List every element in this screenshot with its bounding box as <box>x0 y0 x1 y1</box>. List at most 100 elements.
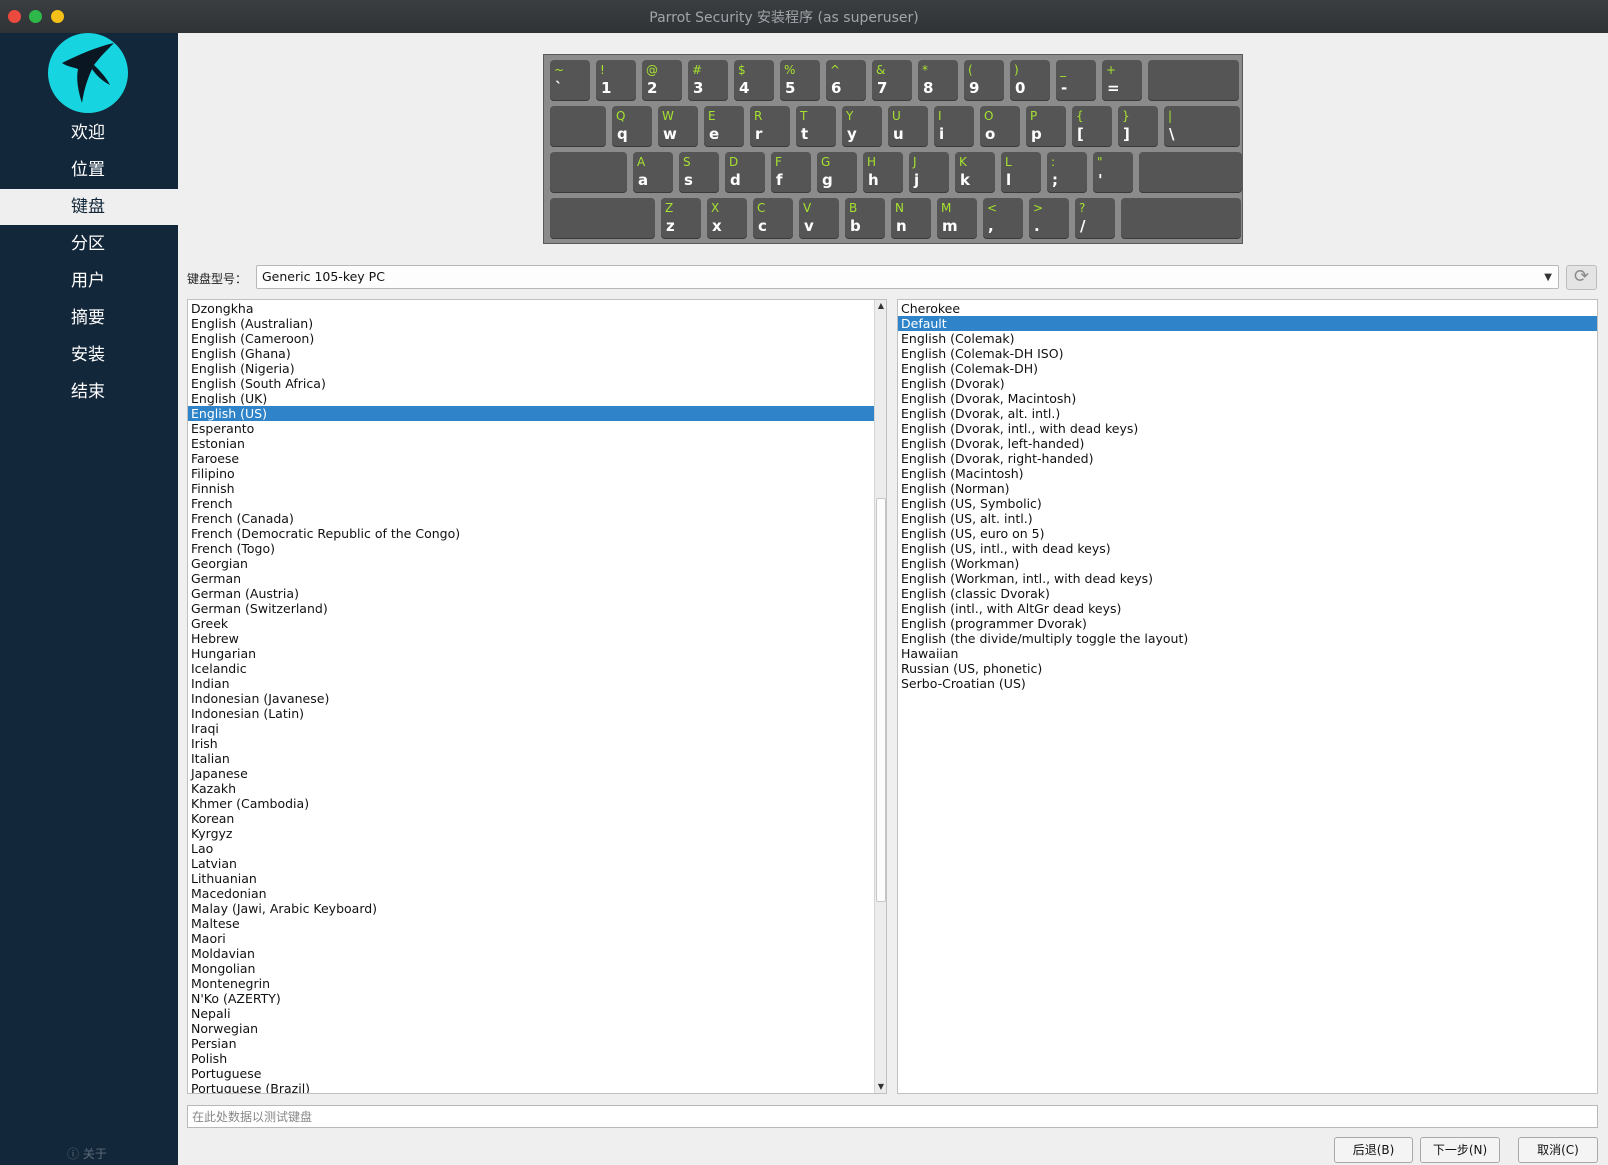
layout-list-item[interactable]: Dzongkha <box>188 301 874 316</box>
variant-list-item[interactable]: English (the divide/multiply toggle the … <box>898 631 1597 646</box>
layout-list-item[interactable]: Maori <box>188 931 874 946</box>
sidebar-item[interactable]: 用户 <box>0 263 178 299</box>
variant-list-item[interactable]: English (programmer Dvorak) <box>898 616 1597 631</box>
variant-list-item[interactable]: English (US, euro on 5) <box>898 526 1597 541</box>
layout-list[interactable]: Dzongkha English (Australian) English (Cam… <box>187 299 887 1094</box>
variant-list-item[interactable]: Cherokee <box>898 301 1597 316</box>
sidebar-item[interactable]: 安装 <box>0 337 178 373</box>
layout-list-item[interactable]: Lao <box>188 841 874 856</box>
variant-list-item[interactable]: English (Colemak-DH ISO) <box>898 346 1597 361</box>
layout-list-item[interactable]: German <box>188 571 874 586</box>
sidebar-item[interactable]: 欢迎 <box>0 115 178 151</box>
layout-list-item[interactable]: Korean <box>188 811 874 826</box>
layout-list-item[interactable]: Hebrew <box>188 631 874 646</box>
reset-model-button[interactable]: ⟳ <box>1566 265 1597 290</box>
layout-list-item[interactable]: Irish <box>188 736 874 751</box>
layout-list-item[interactable]: Khmer (Cambodia) <box>188 796 874 811</box>
layout-list-item[interactable]: Faroese <box>188 451 874 466</box>
layout-list-item[interactable]: Icelandic <box>188 661 874 676</box>
variant-list-item[interactable]: English (Dvorak, right-handed) <box>898 451 1597 466</box>
layout-list-item[interactable]: Georgian <box>188 556 874 571</box>
scrollbar-thumb[interactable] <box>876 498 886 902</box>
variant-list[interactable]: Cherokee Default English (Colemak) English … <box>897 299 1598 1094</box>
variant-list-item[interactable]: English (Macintosh) <box>898 466 1597 481</box>
layout-list-item[interactable]: Macedonian <box>188 886 874 901</box>
layout-list-item[interactable]: Lithuanian <box>188 871 874 886</box>
layout-list-item[interactable]: German (Switzerland) <box>188 601 874 616</box>
variant-list-item[interactable]: English (US, alt. intl.) <box>898 511 1597 526</box>
variant-list-item[interactable]: English (Dvorak) <box>898 376 1597 391</box>
variant-list-item[interactable]: English (Workman) <box>898 556 1597 571</box>
variant-list-item[interactable]: English (Dvorak, alt. intl.) <box>898 406 1597 421</box>
keyboard-test-input[interactable] <box>187 1105 1598 1128</box>
variant-list-item[interactable]: Serbo-Croatian (US) <box>898 676 1597 691</box>
sidebar-item[interactable]: 分区 <box>0 226 178 262</box>
layout-list-item[interactable]: Moldavian <box>188 946 874 961</box>
layout-list-item[interactable]: Finnish <box>188 481 874 496</box>
layout-list-item[interactable]: French <box>188 496 874 511</box>
sidebar-item[interactable]: 结束 <box>0 374 178 410</box>
layout-list-scrollbar[interactable]: ▲ ▼ <box>874 300 886 1093</box>
next-button[interactable]: 下一步(N) <box>1420 1137 1500 1163</box>
layout-list-item[interactable]: German (Austria) <box>188 586 874 601</box>
layout-list-item[interactable]: English (Ghana) <box>188 346 874 361</box>
layout-list-item[interactable]: Estonian <box>188 436 874 451</box>
layout-list-item[interactable]: French (Democratic Republic of the Congo… <box>188 526 874 541</box>
layout-list-item[interactable]: English (South Africa) <box>188 376 874 391</box>
layout-list-item[interactable]: Indonesian (Javanese) <box>188 691 874 706</box>
sidebar-item[interactable]: 摘要 <box>0 300 178 336</box>
layout-list-item[interactable]: Greek <box>188 616 874 631</box>
variant-list-item[interactable]: English (Dvorak, left-handed) <box>898 436 1597 451</box>
variant-list-item[interactable]: English (Colemak-DH) <box>898 361 1597 376</box>
variant-list-item[interactable]: English (Dvorak, Macintosh) <box>898 391 1597 406</box>
layout-list-item[interactable]: Iraqi <box>188 721 874 736</box>
about-link[interactable]: ⓘ 关于 <box>67 1145 107 1162</box>
layout-list-item[interactable]: Japanese <box>188 766 874 781</box>
variant-list-item[interactable]: English (Dvorak, intl., with dead keys) <box>898 421 1597 436</box>
variant-list-item[interactable]: English (Colemak) <box>898 331 1597 346</box>
sidebar-item[interactable]: 位置 <box>0 152 178 188</box>
layout-list-item[interactable]: Maltese <box>188 916 874 931</box>
layout-list-item[interactable]: Montenegrin <box>188 976 874 991</box>
layout-list-item[interactable]: N'Ko (AZERTY) <box>188 991 874 1006</box>
layout-list-item[interactable]: French (Canada) <box>188 511 874 526</box>
variant-list-item[interactable]: English (Norman) <box>898 481 1597 496</box>
layout-list-item[interactable]: Esperanto <box>188 421 874 436</box>
layout-list-item[interactable]: Indian <box>188 676 874 691</box>
variant-list-item[interactable]: English (US, intl., with dead keys) <box>898 541 1597 556</box>
layout-list-item[interactable]: English (UK) <box>188 391 874 406</box>
layout-list-item[interactable]: English (Australian) <box>188 316 874 331</box>
scroll-up-arrow-icon[interactable]: ▲ <box>875 300 886 312</box>
scroll-down-arrow-icon[interactable]: ▼ <box>875 1081 886 1093</box>
layout-list-item[interactable]: English (Cameroon) <box>188 331 874 346</box>
variant-list-item[interactable]: English (classic Dvorak) <box>898 586 1597 601</box>
variant-list-item[interactable]: Russian (US, phonetic) <box>898 661 1597 676</box>
layout-list-item[interactable]: Filipino <box>188 466 874 481</box>
sidebar-item[interactable]: 键盘 <box>0 189 178 225</box>
back-button[interactable]: 后退(B) <box>1334 1137 1413 1163</box>
layout-list-item[interactable]: Mongolian <box>188 961 874 976</box>
cancel-button[interactable]: 取消(C) <box>1518 1137 1598 1163</box>
layout-list-item[interactable]: French (Togo) <box>188 541 874 556</box>
variant-list-item[interactable]: English (Workman, intl., with dead keys) <box>898 571 1597 586</box>
variant-list-item[interactable]: Default <box>898 316 1597 331</box>
layout-list-item[interactable]: Italian <box>188 751 874 766</box>
layout-list-item[interactable]: Persian <box>188 1036 874 1051</box>
variant-list-item[interactable]: Hawaiian <box>898 646 1597 661</box>
keyboard-model-select[interactable]: Generic 105-key PC ▼ <box>256 265 1559 289</box>
layout-list-item[interactable]: Polish <box>188 1051 874 1066</box>
layout-list-item[interactable]: Kyrgyz <box>188 826 874 841</box>
layout-list-item[interactable]: Portuguese <box>188 1066 874 1081</box>
layout-list-item[interactable]: Portuguese (Brazil) <box>188 1081 874 1093</box>
layout-list-item[interactable]: Norwegian <box>188 1021 874 1036</box>
layout-list-item[interactable]: Kazakh <box>188 781 874 796</box>
layout-list-item[interactable]: Latvian <box>188 856 874 871</box>
layout-list-item[interactable]: Nepali <box>188 1006 874 1021</box>
variant-list-item[interactable]: English (intl., with AltGr dead keys) <box>898 601 1597 616</box>
layout-list-item[interactable]: Hungarian <box>188 646 874 661</box>
layout-list-item[interactable]: English (Nigeria) <box>188 361 874 376</box>
layout-list-item[interactable]: Malay (Jawi, Arabic Keyboard) <box>188 901 874 916</box>
variant-list-item[interactable]: English (US, Symbolic) <box>898 496 1597 511</box>
layout-list-item[interactable]: Indonesian (Latin) <box>188 706 874 721</box>
layout-list-item[interactable]: English (US) <box>188 406 874 421</box>
